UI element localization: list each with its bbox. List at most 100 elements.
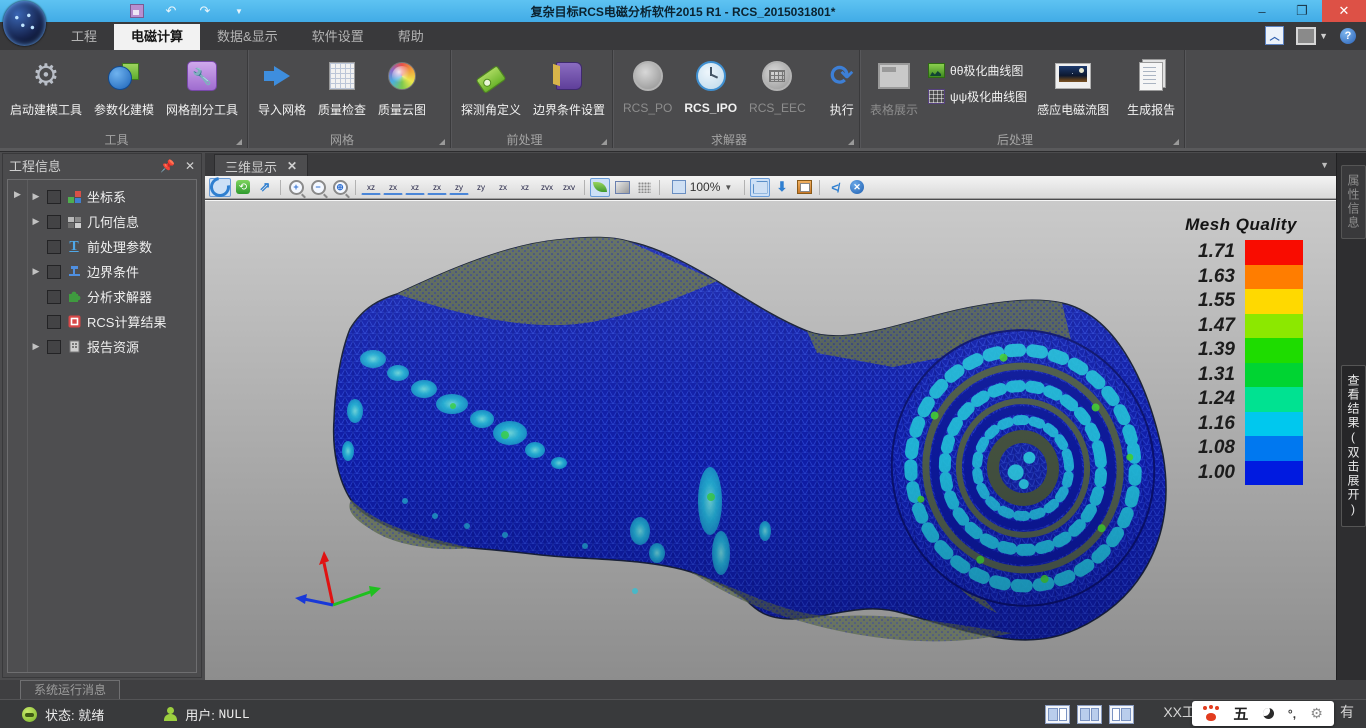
zoom-fit-icon[interactable]: ⊕ [330, 178, 350, 197]
restore-button[interactable]: ❐ [1282, 0, 1322, 22]
tab-list-caret-icon[interactable]: ▼ [1320, 160, 1329, 170]
share-icon[interactable]: ≮ [825, 178, 845, 197]
group-dialog-launcher-icon[interactable] [1173, 139, 1179, 145]
zoom-in-icon[interactable]: + [286, 178, 306, 197]
import-arrow-icon [274, 66, 290, 86]
view-back-icon[interactable]: zx [383, 180, 403, 195]
group-dialog-launcher-icon[interactable] [236, 139, 242, 145]
group-dialog-launcher-icon[interactable] [601, 139, 607, 145]
view-top-icon[interactable]: zy [449, 180, 469, 195]
shaded-mode-icon[interactable] [590, 178, 610, 197]
properties-tab[interactable]: 属性信息 [1341, 165, 1366, 239]
rcs-po-button[interactable]: RCS_PO [617, 54, 678, 117]
layout-left-panel-icon[interactable] [1045, 705, 1070, 724]
ime-settings-gear-icon[interactable]: ⚙ [1310, 706, 1323, 722]
system-messages-tab[interactable]: 系统运行消息 [20, 680, 120, 700]
spin-view-icon[interactable]: ⟲ [233, 178, 253, 197]
tree-item-preprocess-params[interactable]: T 前处理参数 [28, 234, 196, 259]
layout-bottom-panel-icon[interactable] [1109, 705, 1134, 724]
view-iso2-icon[interactable]: xz [515, 180, 535, 195]
rcs-eec-button[interactable]: RCS_EEC [743, 54, 812, 117]
pan-zoom-icon[interactable]: ⇗ [255, 178, 275, 197]
view-right-icon[interactable]: zx [427, 180, 447, 195]
help-icon[interactable]: ? [1340, 28, 1356, 44]
checkbox[interactable] [47, 190, 61, 204]
tree-item-rcs-results[interactable]: RCS计算结果 [28, 309, 196, 334]
tree-item-report-resources[interactable]: ▶ 报告资源 [28, 334, 196, 359]
tree-item-boundary-conditions[interactable]: ▶ 边界条件 [28, 259, 196, 284]
tab-em-compute[interactable]: 电磁计算 [114, 24, 200, 50]
view-iso1-icon[interactable]: zx [493, 180, 513, 195]
tab-data-display[interactable]: 数据&显示 [200, 24, 295, 50]
ime-halfwidth-moon-icon[interactable] [1263, 708, 1274, 719]
expand-icon[interactable]: ▶ [30, 266, 42, 277]
generate-report-button[interactable]: 生成报告 [1121, 54, 1181, 120]
view-bottom-icon[interactable]: zy [471, 180, 491, 195]
view-front-icon[interactable]: xz [361, 180, 381, 195]
view-left-icon[interactable]: xz [405, 180, 425, 195]
quality-check-button[interactable]: 质量检查 [312, 54, 372, 120]
coordinate-system-icon [66, 189, 82, 205]
zoom-level-combo[interactable]: 100% ▼ [665, 178, 739, 197]
close-view-icon[interactable]: ✕ [847, 178, 867, 197]
display-style-icon[interactable] [1296, 27, 1316, 45]
viewport-3d[interactable]: Mesh Quality 1.71 1.63 1.55 1.47 1.39 1.… [205, 200, 1337, 680]
zoom-out-icon[interactable]: − [308, 178, 328, 197]
tree-item-coordinate-system[interactable]: ▶ 坐标系 [28, 184, 196, 209]
expand-icon[interactable]: ▶ [30, 341, 42, 352]
photo-icon [1055, 63, 1091, 89]
root-expand-icon[interactable]: ▶ [14, 189, 21, 199]
minimize-button[interactable]: – [1242, 0, 1282, 22]
psi-polarization-curve-button[interactable]: ψψ极化曲线图 [928, 88, 1027, 105]
checkbox[interactable] [47, 340, 61, 354]
ime-punctuation-toggle[interactable]: °, [1288, 707, 1296, 721]
group-dialog-launcher-icon[interactable] [439, 139, 445, 145]
table-display-button[interactable]: 表格展示 [864, 54, 924, 120]
checkbox[interactable] [47, 240, 61, 254]
collapse-ribbon-icon[interactable]: ︿ [1265, 26, 1284, 45]
tab-software-settings[interactable]: 软件设置 [295, 24, 381, 50]
display-style-caret-icon[interactable]: ▼ [1319, 31, 1328, 41]
checkbox[interactable] [47, 290, 61, 304]
execute-button[interactable]: ⟳ 执行 [818, 54, 866, 120]
clip-plane-icon[interactable] [750, 178, 770, 197]
rcs-ipo-button[interactable]: RCS_IPO [678, 54, 743, 117]
view-iso4-icon[interactable]: zxv [559, 180, 579, 195]
tree-item-geometry-info[interactable]: ▶ 几何信息 [28, 209, 196, 234]
expand-icon[interactable]: ▶ [30, 191, 42, 202]
tab-help[interactable]: 帮助 [381, 24, 441, 50]
ime-wubi-mode[interactable]: 五 [1233, 703, 1248, 724]
expand-icon[interactable]: ▶ [30, 216, 42, 227]
flat-mode-icon[interactable] [612, 178, 632, 197]
parametric-modeling-button[interactable]: 参数化建模 [88, 54, 160, 120]
ime-paw-icon[interactable] [1203, 706, 1219, 721]
checkbox[interactable] [47, 315, 61, 329]
axis-triad [295, 551, 381, 605]
pin-icon[interactable]: 📌 [160, 159, 175, 173]
induced-current-map-button[interactable]: 感应电磁流图 [1031, 54, 1115, 120]
snapshot-icon[interactable] [794, 178, 814, 197]
boundary-settings-button[interactable]: 边界条件设置 [527, 54, 611, 120]
probe-angle-button[interactable]: 探测角定义 [455, 54, 527, 120]
launch-modeler-button[interactable]: ⚙ 启动建模工具 [4, 54, 88, 120]
tab-project[interactable]: 工程 [54, 24, 114, 50]
theta-polarization-curve-button[interactable]: θθ极化曲线图 [928, 62, 1027, 79]
tab-3d-display[interactable]: 三维显示 ✕ [214, 154, 308, 177]
checkbox[interactable] [47, 265, 61, 279]
tree-item-solver[interactable]: 分析求解器 [28, 284, 196, 309]
quality-contour-button[interactable]: 质量云图 [372, 54, 432, 120]
panel-close-icon[interactable]: ✕ [185, 159, 195, 173]
app-logo[interactable] [3, 1, 46, 46]
import-mesh-button[interactable]: 导入网格 [252, 54, 312, 120]
view-iso3-icon[interactable]: zvx [537, 180, 557, 195]
view-results-tab[interactable]: 查看结果(双击展开) [1341, 365, 1366, 527]
close-button[interactable]: ✕ [1322, 0, 1366, 22]
layout-split-panel-icon[interactable] [1077, 705, 1102, 724]
mesh-partition-button[interactable]: 🔧 网格剖分工具 [160, 54, 244, 120]
group-dialog-launcher-icon[interactable] [848, 139, 854, 145]
checkbox[interactable] [47, 215, 61, 229]
wireframe-grid-icon[interactable] [634, 178, 654, 197]
orbit-rotate-icon[interactable] [209, 178, 231, 197]
tab-close-icon[interactable]: ✕ [287, 159, 297, 173]
drop-down-arrow-icon[interactable]: ⬇ [772, 178, 792, 197]
